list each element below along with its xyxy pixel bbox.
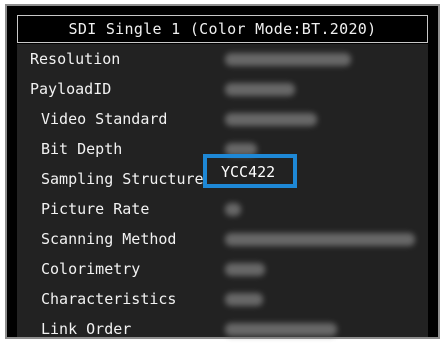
row-label: Resolution	[30, 50, 121, 68]
redacted-value	[225, 113, 317, 126]
row-link-order: Link Order	[17, 314, 428, 344]
row-resolution: Resolution	[17, 44, 428, 74]
row-label: Picture Rate	[41, 200, 150, 218]
row-payloadid: PayloadID	[17, 74, 428, 104]
row-label: Video Standard	[41, 110, 168, 128]
row-label: PayloadID	[30, 80, 112, 98]
row-scanning-method: Scanning Method	[17, 224, 428, 254]
redacted-value	[225, 293, 263, 306]
row-label: Link Order	[41, 320, 132, 338]
redacted-value	[225, 323, 337, 336]
redacted-value	[225, 233, 415, 246]
row-picture-rate: Picture Rate	[17, 194, 428, 224]
redacted-value	[225, 263, 265, 276]
redacted-value	[225, 83, 295, 96]
row-label: Scanning Method	[41, 230, 177, 248]
row-video-standard: Video Standard	[17, 104, 428, 134]
redacted-value	[225, 53, 351, 66]
sampling-structure-value: YCC422	[221, 163, 276, 181]
window-title: SDI Single 1 (Color Mode:BT.2020)	[17, 15, 428, 43]
row-colorimetry: Colorimetry	[17, 254, 428, 284]
signal-info-panel: Resolution PayloadID Video Standard Bit …	[17, 44, 428, 338]
row-label: Bit Depth	[41, 140, 123, 158]
sampling-structure-highlight: YCC422	[203, 154, 297, 188]
redacted-value	[225, 203, 241, 216]
row-characteristics: Characteristics	[17, 284, 428, 314]
row-label: Sampling Structure	[41, 170, 204, 188]
row-label: Colorimetry	[41, 260, 141, 278]
row-label: Characteristics	[41, 290, 177, 308]
